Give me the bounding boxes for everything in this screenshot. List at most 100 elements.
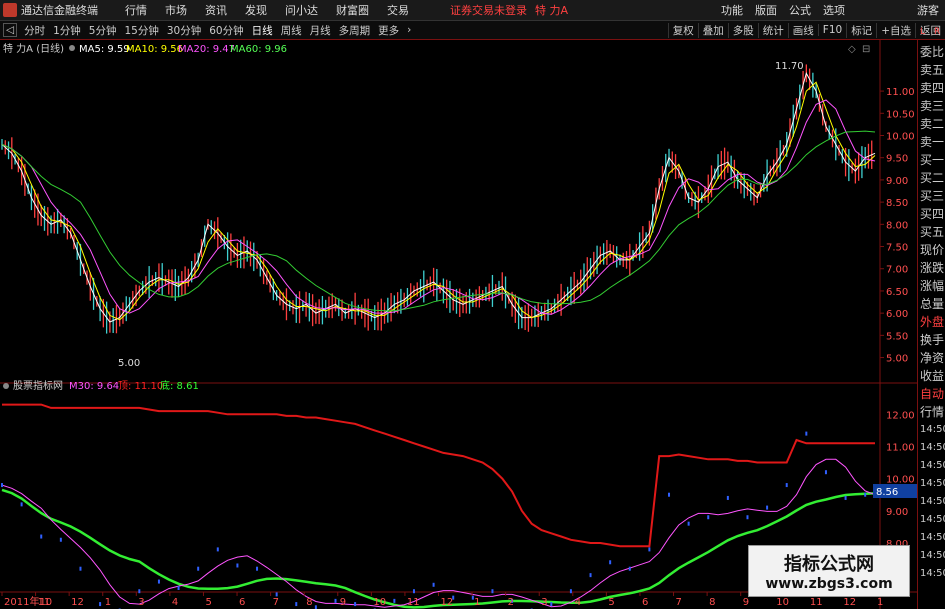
chevron-right-icon[interactable]: ›: [403, 24, 415, 36]
signal-mark: [589, 573, 592, 578]
side-panel-item: 买二: [920, 171, 945, 185]
indicator-tick-label: 9.00: [886, 507, 908, 518]
statistics-button[interactable]: 统计: [757, 22, 788, 38]
signal-mark: [275, 592, 278, 597]
bottom-band-line: [1, 488, 876, 609]
signal-mark: [99, 602, 102, 607]
menu-quotes[interactable]: 行情: [116, 2, 156, 18]
diamond-icon[interactable]: ◇: [848, 44, 856, 55]
period-tab[interactable]: 15分钟: [120, 23, 162, 38]
time-tick-label: 3: [541, 597, 547, 608]
price-tick-label: 8.00: [886, 220, 908, 231]
collapse-panel-icon[interactable]: ⊟: [862, 44, 870, 55]
menu-wealth[interactable]: 财富圈: [327, 2, 378, 18]
indicator-name: 股票指标网: [13, 379, 63, 392]
chart-area[interactable]: 特 力A (日线) MA5: 9.59 MA10: 9.56 MA20: 9.4…: [0, 40, 917, 609]
multi-stock-button[interactable]: 多股: [727, 22, 758, 38]
signal-mark: [491, 589, 494, 594]
price-tick-label: 8.50: [886, 198, 908, 209]
app-logo-icon: [3, 3, 17, 17]
time-tick-label: 7: [676, 597, 682, 608]
time-tick-label: 9: [340, 597, 346, 608]
menu-trade[interactable]: 交易: [378, 2, 418, 18]
period-tab[interactable]: 5分钟: [85, 23, 121, 38]
watermark-badge: 指标公式网 www.zbgs3.com: [748, 545, 910, 597]
menu-ask[interactable]: 问小达: [276, 2, 327, 18]
collapse-icon[interactable]: ◁: [3, 23, 18, 37]
price-tick-label: 9.00: [886, 176, 908, 187]
period-tab[interactable]: 60分钟: [205, 23, 247, 38]
period-tab[interactable]: 更多: [374, 23, 403, 38]
top-label: 顶: 11.10: [118, 380, 163, 392]
side-panel-item: 14:50: [920, 496, 945, 507]
side-panel-item: 行情: [920, 405, 945, 419]
period-tab[interactable]: 多周期: [335, 23, 375, 38]
time-tick-label: 3: [138, 597, 144, 608]
bottom-label: 底: 8.61: [160, 379, 199, 392]
period-tab[interactable]: 周线: [277, 23, 306, 38]
price-tick-label: 5.50: [886, 331, 908, 342]
side-panel-item: 卖四: [920, 81, 945, 95]
side-panel-item: 买五: [920, 225, 945, 239]
high-marker: 11.70: [775, 61, 804, 72]
signal-mark: [726, 495, 729, 500]
signal-mark: [79, 566, 82, 571]
guest-button[interactable]: 游客: [911, 2, 945, 18]
signal-mark: [295, 602, 298, 607]
menu-discover[interactable]: 发现: [236, 2, 276, 18]
signal-mark: [157, 579, 160, 584]
side-panel-item: 净资: [920, 351, 945, 365]
signal-mark: [746, 515, 749, 520]
signal-mark: [844, 495, 847, 500]
period-tab[interactable]: 分时: [20, 23, 49, 38]
f10-button[interactable]: F10: [817, 24, 846, 36]
overlay-button[interactable]: 叠加: [697, 22, 728, 38]
ma20-label: MA20: 9.47: [178, 44, 235, 55]
time-tick-label: 6: [642, 597, 648, 608]
side-panel-item: 总量: [920, 297, 945, 311]
signal-mark: [805, 431, 808, 436]
signal-mark: [628, 566, 631, 571]
signal-mark: [432, 582, 435, 587]
menu-options[interactable]: 选项: [817, 2, 851, 18]
menu-formula[interactable]: 公式: [783, 2, 817, 18]
time-tick-label: 6: [239, 597, 245, 608]
period-tab[interactable]: 30分钟: [163, 23, 205, 38]
menu-market[interactable]: 市场: [156, 2, 196, 18]
signal-mark: [197, 566, 200, 571]
signal-mark: [59, 537, 62, 542]
time-tick-label: 12: [71, 597, 84, 608]
signal-mark: [609, 560, 612, 565]
stock-legend-name: 特 力A (日线): [3, 42, 64, 55]
side-panel-item: 14:50: [920, 442, 945, 453]
time-tick-label: 4: [575, 597, 581, 608]
ma60-line: [1, 130, 876, 312]
period-tab[interactable]: 月线: [306, 23, 335, 38]
period-tab[interactable]: 1分钟: [49, 23, 85, 38]
add-watchlist-button[interactable]: +自选: [876, 22, 915, 38]
watermark-title: 指标公式网: [784, 554, 874, 575]
signal-mark: [864, 492, 867, 497]
menu-news[interactable]: 资讯: [196, 2, 236, 18]
settings-dot-icon[interactable]: [3, 383, 9, 389]
side-panel-item: 自动: [920, 387, 945, 401]
signal-mark: [256, 566, 259, 571]
signal-mark: [216, 547, 219, 552]
menu-layout[interactable]: 版面: [749, 2, 783, 18]
restore-rights-button[interactable]: 复权: [667, 22, 698, 38]
indicator-series: [1, 403, 876, 609]
period-tab-active[interactable]: 日线: [248, 23, 277, 38]
time-tick-label: 9: [743, 597, 749, 608]
draw-line-button[interactable]: 画线: [787, 22, 818, 38]
main-legend: 特 力A (日线) MA5: 9.59 MA10: 9.56 MA20: 9.4…: [3, 42, 287, 55]
mark-button[interactable]: 标记: [846, 22, 876, 38]
ma20-line: [1, 99, 876, 315]
time-tick-label: 11: [810, 597, 823, 608]
side-panel-item: 换手: [920, 333, 945, 347]
side-panel-item: 卖一: [920, 135, 945, 149]
settings-dot-icon[interactable]: [69, 45, 75, 51]
menu-functions[interactable]: 功能: [715, 2, 749, 18]
signal-mark: [314, 605, 317, 609]
price-tick-label: 7.00: [886, 265, 908, 276]
time-tick-label: 5: [608, 597, 614, 608]
